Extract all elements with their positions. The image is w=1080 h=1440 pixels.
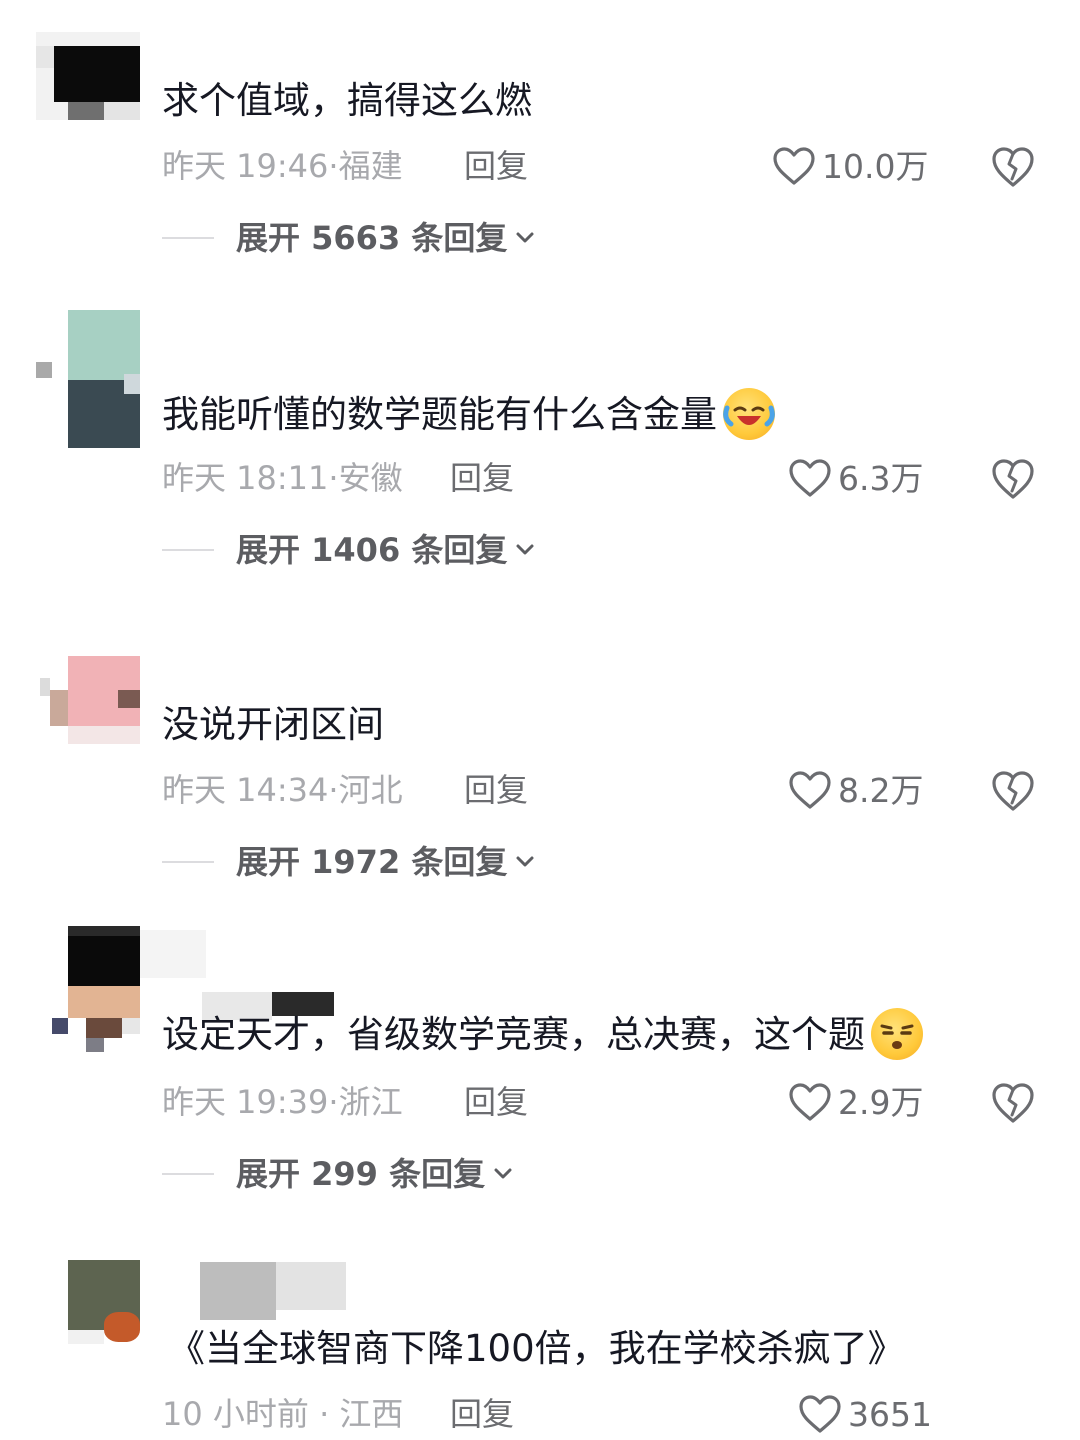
comment-text-content: 求个值域，搞得这么燃 — [162, 79, 532, 122]
chevron-down-icon — [516, 544, 534, 555]
like-button[interactable]: 8.2万 — [788, 770, 923, 810]
username-blur — [200, 1262, 350, 1322]
comment-text-content: 我能听懂的数学题能有什么含金量 — [162, 392, 717, 436]
avatar[interactable] — [36, 32, 140, 142]
expand-replies-label: 展开 1406 条回复 — [236, 531, 508, 569]
divider — [162, 861, 214, 863]
chevron-down-icon — [516, 856, 534, 867]
comment-time: 昨天 19:39 — [162, 1083, 329, 1121]
like-count: 3651 — [848, 1394, 932, 1434]
heart-icon — [789, 459, 831, 497]
comment-text: 我能听懂的数学题能有什么含金量 — [162, 388, 775, 440]
comment-time: 昨天 19:46 — [162, 147, 329, 185]
like-count: 6.3万 — [838, 458, 924, 498]
broken-heart-icon — [992, 1083, 1034, 1123]
comment-text-content: 《当全球智商下降100倍，我在学校杀疯了》 — [168, 1327, 905, 1370]
heart-icon — [799, 1395, 841, 1433]
like-button[interactable]: 2.9万 — [788, 1082, 923, 1122]
broken-heart-icon — [992, 147, 1034, 187]
expand-replies-button[interactable]: 展开 1972 条回复 — [162, 846, 537, 878]
expand-replies-label: 展开 5663 条回复 — [236, 219, 508, 257]
avatar[interactable] — [36, 926, 140, 1054]
comment-meta: 昨天 14:34·河北 — [162, 771, 403, 809]
expand-replies-label: 展开 1972 条回复 — [236, 843, 508, 881]
expand-replies-label: 展开 299 条回复 — [236, 1155, 486, 1193]
comment-location: 安徽 — [338, 459, 403, 497]
dislike-button[interactable] — [990, 769, 1036, 813]
comment-text: 没说开闭区间 — [162, 706, 384, 743]
avatar[interactable] — [36, 656, 140, 766]
heart-icon — [789, 1083, 831, 1121]
reply-button[interactable]: 回复 — [464, 774, 528, 806]
reply-button[interactable]: 回复 — [450, 1398, 514, 1430]
comment-text-content: 没说开闭区间 — [162, 703, 384, 746]
like-button[interactable]: 3651 — [798, 1394, 932, 1434]
dislike-button[interactable] — [990, 1081, 1036, 1125]
avatar[interactable] — [36, 310, 140, 450]
comment-meta: 10 小时前 · 江西 — [162, 1395, 404, 1433]
comment-location: 浙江 — [338, 1083, 403, 1121]
divider — [162, 1173, 214, 1175]
like-count: 10.0万 — [822, 146, 929, 186]
dislike-button[interactable] — [990, 145, 1036, 189]
like-button[interactable]: 10.0万 — [772, 146, 928, 186]
comment-text-content: 设定天才，省级数学竞赛，总决赛，这个题 — [162, 1012, 865, 1056]
laughing-crying-emoji — [723, 388, 775, 440]
like-count: 2.9万 — [838, 1082, 924, 1122]
comment-location: 河北 — [338, 771, 403, 809]
chevron-down-icon — [516, 232, 534, 243]
like-count: 8.2万 — [838, 770, 924, 810]
heart-icon — [773, 147, 815, 185]
broken-heart-icon — [992, 771, 1034, 811]
broken-heart-icon — [992, 459, 1034, 499]
comment-location: 福建 — [338, 147, 403, 185]
avatar[interactable] — [36, 1260, 140, 1360]
comment-time: 10 小时前 — [162, 1395, 309, 1433]
comment-location: 江西 — [339, 1395, 404, 1433]
like-button[interactable]: 6.3万 — [788, 458, 923, 498]
comment-meta: 昨天 19:39·浙江 — [162, 1083, 403, 1121]
heart-icon — [789, 771, 831, 809]
chevron-down-icon — [494, 1168, 512, 1179]
expand-replies-button[interactable]: 展开 299 条回复 — [162, 1158, 515, 1190]
comment-time: 昨天 14:34 — [162, 771, 329, 809]
comment-meta: 昨天 19:46·福建 — [162, 147, 403, 185]
smug-face-emoji — [871, 1008, 923, 1060]
comment-meta: 昨天 18:11·安徽 — [162, 459, 403, 497]
expand-replies-button[interactable]: 展开 1406 条回复 — [162, 534, 537, 566]
expand-replies-button[interactable]: 展开 5663 条回复 — [162, 222, 537, 254]
reply-button[interactable]: 回复 — [464, 150, 528, 182]
comment-text: 设定天才，省级数学竞赛，总决赛，这个题 — [162, 1008, 923, 1060]
reply-button[interactable]: 回复 — [450, 462, 514, 494]
reply-button[interactable]: 回复 — [464, 1086, 528, 1118]
comment-time: 昨天 18:11 — [162, 459, 329, 497]
comment-text: 求个值域，搞得这么燃 — [162, 82, 532, 119]
divider — [162, 549, 214, 551]
comment-text: 《当全球智商下降100倍，我在学校杀疯了》 — [168, 1330, 905, 1367]
divider — [162, 237, 214, 239]
dislike-button[interactable] — [990, 457, 1036, 501]
